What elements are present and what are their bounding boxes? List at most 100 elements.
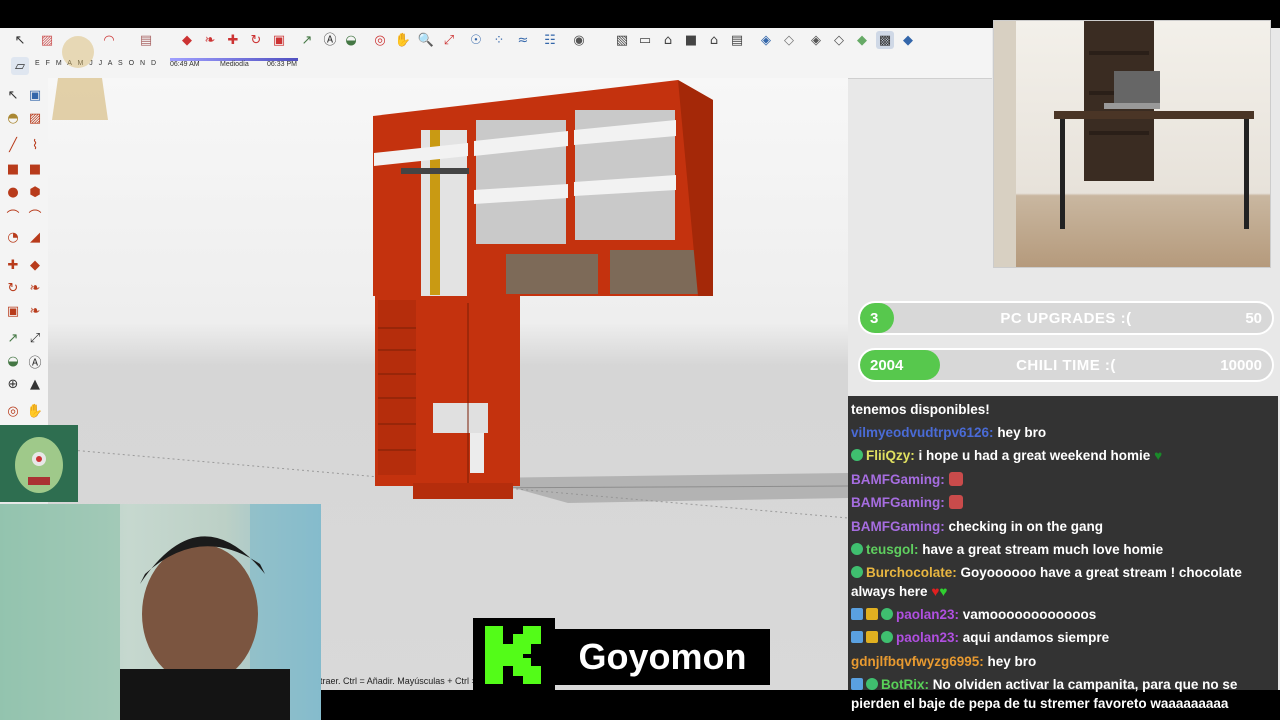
freehand-tool-icon[interactable]: ⌇ — [26, 136, 44, 154]
chat-text: hey bro — [993, 425, 1047, 440]
chat-username: teusgol: — [866, 542, 919, 557]
protractor-icon[interactable]: ◒ — [342, 31, 360, 49]
move-icon[interactable]: ✚ — [224, 31, 242, 49]
badge-icon — [866, 608, 878, 620]
orbit-tool-icon[interactable]: ◎ — [4, 402, 22, 420]
walk-icon[interactable]: ⁘ — [490, 31, 508, 49]
line-tool-icon[interactable]: ╱ — [4, 136, 22, 154]
chat-username: gdnjlfbqvfwyzg6995: — [851, 654, 984, 669]
zoom-extents-icon[interactable]: ⤢ — [440, 31, 458, 49]
top-view-icon[interactable]: ■ — [682, 31, 700, 49]
chat-message: FliiQzy: i hope u had a great weekend ho… — [851, 446, 1275, 465]
3d-text-tool-icon[interactable]: ▲ — [26, 375, 44, 393]
paint-bucket-icon[interactable]: ▱ — [11, 57, 29, 75]
chat-message: vilmyeodvudtrpv6126: hey bro — [851, 423, 1275, 442]
chat-text: have a great stream much love homie — [918, 542, 1164, 557]
pushpull-tool-icon[interactable]: ◆ — [26, 256, 44, 274]
iso-view-icon[interactable]: ◆ — [899, 31, 917, 49]
component-tool-icon[interactable]: ▣ — [26, 86, 44, 104]
paint-tool-icon[interactable]: ◓ — [4, 109, 22, 127]
zoom-icon[interactable]: 🔍 — [417, 31, 435, 49]
shaded-icon[interactable]: ◇ — [830, 31, 848, 49]
timeline-end-time: 06:33 PM — [267, 61, 297, 68]
rectangle-icon[interactable]: ▤ — [137, 31, 155, 49]
text-icon[interactable]: Ⓐ — [321, 31, 339, 49]
chat-text: No olviden activar la campanita, para qu… — [929, 677, 1238, 692]
chat-text: tenemos disponibles! — [851, 402, 990, 417]
chat-text: checking in on the gang — [944, 519, 1104, 534]
front-view-icon[interactable]: ⌂ — [705, 31, 723, 49]
emote-icon — [948, 495, 963, 509]
kick-channel-name: Goyomon — [555, 629, 770, 685]
pie-tool-icon[interactable]: ◔ — [4, 228, 22, 246]
chat-message: tenemos disponibles! — [851, 400, 1275, 419]
chat-text: aqui andamos siempre — [959, 630, 1110, 645]
chat-message: paolan23: vamoooooooooooos — [851, 605, 1275, 624]
kick-logo — [473, 618, 555, 692]
chat-message: pierden el baje de pepa de tu stremer fa… — [851, 694, 1275, 713]
chat-username: paolan23: — [896, 630, 960, 645]
chat-message: paolan23: aqui andamos siempre — [851, 628, 1275, 647]
chat-panel: tenemos disponibles! vilmyeodvudtrpv6126… — [848, 396, 1278, 718]
push-pull-icon[interactable]: ◆ — [178, 31, 196, 49]
timeline-start-time: 06:49 AM — [170, 61, 200, 68]
select-tool-icon[interactable]: ↖ — [4, 86, 22, 104]
scale-tool-icon[interactable]: ▣ — [4, 302, 22, 320]
tape-tool-icon[interactable]: ↗ — [4, 329, 22, 347]
protractor-tool-icon[interactable]: ◒ — [4, 352, 22, 370]
move-tool-icon[interactable]: ✚ — [4, 256, 22, 274]
pan-icon[interactable]: ✋ — [394, 31, 412, 49]
goal-target: 10000 — [1220, 357, 1262, 374]
chat-username: BotRix: — [881, 677, 929, 692]
chat-message: BAMFGaming: checking in on the gang — [851, 517, 1275, 536]
badge-icon — [881, 608, 893, 620]
room-camera-overlay — [993, 20, 1271, 268]
look-around-icon[interactable]: ≈ — [514, 31, 532, 49]
chat-text: always here — [851, 584, 928, 599]
three-point-arc-tool-icon[interactable]: ◢ — [26, 228, 44, 246]
text-tool-icon[interactable]: Ⓐ — [26, 352, 44, 371]
pan-tool-icon[interactable]: ✋ — [26, 402, 44, 420]
chat-username: vilmyeodvudtrpv6126: — [851, 425, 994, 440]
rotate-icon[interactable]: ↻ — [247, 31, 265, 49]
scale-icon[interactable]: ▣ — [270, 31, 288, 49]
offset-tool-icon[interactable]: ❧ — [26, 302, 44, 320]
eraser-tool-icon[interactable]: ▨ — [26, 109, 44, 127]
dimension-tool-icon[interactable]: ⤢ — [26, 329, 44, 347]
orbit-icon[interactable]: ◎ — [371, 31, 389, 49]
components-icon[interactable]: ▧ — [613, 31, 631, 49]
section-plane-icon[interactable]: ☷ — [541, 31, 559, 49]
follow-me-icon[interactable]: ❧ — [201, 31, 219, 49]
chat-text: vamoooooooooooos — [959, 607, 1097, 622]
chat-text: Goyoooooo have a great stream ! chocolat… — [956, 565, 1242, 580]
badge-icon — [866, 631, 878, 643]
followme-tool-icon[interactable]: ❧ — [26, 279, 44, 297]
chat-message: BAMFGaming: — [851, 470, 1275, 489]
textured-icon[interactable]: ◆ — [853, 31, 871, 49]
circle-tool-icon[interactable]: ● — [4, 183, 22, 201]
hidden-line-icon[interactable]: ◈ — [807, 31, 825, 49]
wireframe-icon[interactable]: ◇ — [780, 31, 798, 49]
tape-measure-icon[interactable]: ↗ — [298, 31, 316, 49]
goal-label: CHILI TIME :( — [1016, 357, 1116, 374]
right-view-icon[interactable]: ▤ — [728, 31, 746, 49]
axes-tool-icon[interactable]: ⊕ — [4, 375, 22, 393]
chat-message: gdnjlfbqvfwyzg6995: hey bro — [851, 652, 1275, 671]
goal-label: PC UPGRADES :( — [1000, 310, 1132, 327]
rectangle-tool-icon[interactable]: ■ — [4, 160, 22, 178]
arc-tool-icon[interactable]: ⌒ — [4, 206, 22, 225]
goal-chili-time: 2004 CHILI TIME :( 10000 — [858, 348, 1274, 382]
monochrome-icon[interactable]: ▩ — [876, 31, 894, 49]
polygon-tool-icon[interactable]: ⬢ — [26, 183, 44, 201]
camera-icon[interactable]: ☉ — [467, 31, 485, 49]
xray-icon[interactable]: ◈ — [757, 31, 775, 49]
rotated-rect-tool-icon[interactable]: ■ — [26, 160, 44, 178]
home-view-icon[interactable]: ⌂ — [659, 31, 677, 49]
materials-icon[interactable]: ▭ — [636, 31, 654, 49]
chat-text: i hope u had a great weekend homie — [914, 448, 1151, 463]
styles-icon[interactable]: ◉ — [570, 31, 588, 49]
badge-icon — [851, 631, 863, 643]
arc2-tool-icon[interactable]: ⌒ — [26, 206, 44, 225]
rotate-tool-icon[interactable]: ↻ — [4, 279, 22, 297]
select-icon[interactable]: ↖ — [11, 31, 29, 49]
